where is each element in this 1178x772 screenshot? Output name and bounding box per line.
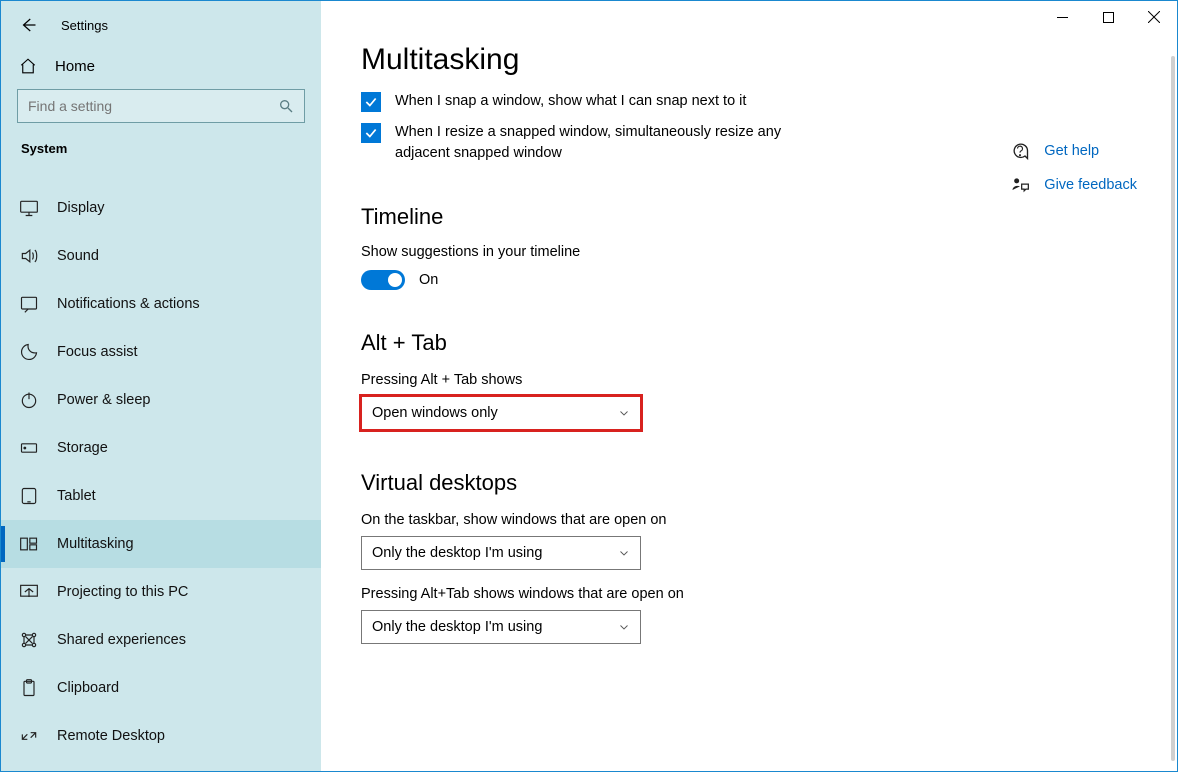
virtual-alttab-dropdown[interactable]: Only the desktop I'm using	[361, 610, 641, 644]
category-label: System	[1, 141, 321, 166]
chevron-down-icon	[618, 407, 630, 419]
help-icon	[1010, 141, 1030, 161]
power-icon	[19, 390, 39, 410]
virtual-taskbar-label: On the taskbar, show windows that are op…	[361, 512, 1137, 528]
main-area: Multitasking When I snap a window, show …	[321, 1, 1177, 771]
sidebar-item-shared[interactable]: Shared experiences	[1, 616, 321, 664]
sidebar-item-display[interactable]: Display	[1, 184, 321, 232]
sidebar-item-label: Focus assist	[57, 344, 138, 360]
sidebar-item-tablet[interactable]: Tablet	[1, 472, 321, 520]
virtual-alttab-label: Pressing Alt+Tab shows windows that are …	[361, 586, 1137, 602]
sidebar-item-label: Storage	[57, 440, 108, 456]
sidebar-item-storage[interactable]: Storage	[1, 424, 321, 472]
sidebar-item-clipboard[interactable]: Clipboard	[1, 664, 321, 712]
sidebar-item-label: Remote Desktop	[57, 728, 165, 744]
sidebar-item-label: Shared experiences	[57, 632, 186, 648]
feedback-icon	[1010, 175, 1030, 195]
sidebar-item-label: Sound	[57, 248, 99, 264]
settings-window: Settings Home System Display Sound Notific…	[0, 0, 1178, 772]
get-help-link[interactable]: Get help	[1044, 143, 1099, 159]
tablet-icon	[19, 486, 39, 506]
virtual-taskbar-value: Only the desktop I'm using	[372, 545, 542, 561]
moon-icon	[19, 342, 39, 362]
give-feedback-row[interactable]: Give feedback	[1010, 175, 1137, 195]
timeline-toggle-row: On	[361, 270, 1137, 290]
alttab-dropdown[interactable]: Open windows only	[361, 396, 641, 430]
sidebar-item-label: Tablet	[57, 488, 96, 504]
sidebar: Settings Home System Display Sound Notific…	[1, 1, 321, 771]
checkbox-icon	[361, 123, 381, 143]
back-button[interactable]	[19, 16, 37, 34]
home-label: Home	[55, 58, 95, 75]
snap-check-1-label: When I snap a window, show what I can sn…	[395, 91, 746, 112]
minimize-button[interactable]	[1039, 1, 1085, 33]
page-title: Multitasking	[361, 43, 1137, 77]
get-help-row[interactable]: Get help	[1010, 141, 1137, 161]
project-icon	[19, 582, 39, 602]
alttab-value: Open windows only	[372, 405, 498, 421]
sidebar-item-label: Notifications & actions	[57, 296, 200, 312]
content-scroll[interactable]: Multitasking When I snap a window, show …	[321, 1, 1177, 771]
sidebar-item-label: Projecting to this PC	[57, 584, 188, 600]
section-timeline: Timeline	[361, 204, 1137, 230]
close-button[interactable]	[1131, 1, 1177, 33]
home-icon	[19, 57, 37, 75]
search-input[interactable]	[28, 98, 278, 114]
sound-icon	[19, 246, 39, 266]
scrollbar[interactable]	[1171, 56, 1175, 761]
remote-icon	[19, 726, 39, 746]
multitask-icon	[19, 534, 39, 554]
search-box[interactable]	[17, 89, 305, 123]
sidebar-item-projecting[interactable]: Projecting to this PC	[1, 568, 321, 616]
clipboard-icon	[19, 678, 39, 698]
timeline-toggle[interactable]	[361, 270, 405, 290]
section-virtual-desktops: Virtual desktops	[361, 470, 1137, 496]
timeline-label: Show suggestions in your timeline	[361, 244, 1137, 260]
sidebar-item-sound[interactable]: Sound	[1, 232, 321, 280]
monitor-icon	[19, 198, 39, 218]
search-container	[1, 89, 321, 141]
virtual-taskbar-dropdown[interactable]: Only the desktop I'm using	[361, 536, 641, 570]
sidebar-item-label: Display	[57, 200, 105, 216]
sidebar-item-label: Multitasking	[57, 536, 134, 552]
help-column: Get help Give feedback	[1010, 141, 1137, 195]
sidebar-item-notifications[interactable]: Notifications & actions	[1, 280, 321, 328]
section-alttab: Alt + Tab	[361, 330, 1137, 356]
notification-icon	[19, 294, 39, 314]
timeline-toggle-state: On	[419, 272, 438, 288]
window-controls	[1039, 1, 1177, 33]
search-icon	[278, 98, 294, 114]
sidebar-item-label: Power & sleep	[57, 392, 151, 408]
sidebar-item-label: Clipboard	[57, 680, 119, 696]
sidebar-item-power[interactable]: Power & sleep	[1, 376, 321, 424]
sidebar-home[interactable]: Home	[1, 49, 321, 89]
chevron-down-icon	[618, 621, 630, 633]
app-name: Settings	[61, 18, 108, 33]
give-feedback-link[interactable]: Give feedback	[1044, 177, 1137, 193]
share-icon	[19, 630, 39, 650]
checkbox-icon	[361, 92, 381, 112]
storage-icon	[19, 438, 39, 458]
alttab-label: Pressing Alt + Tab shows	[361, 372, 1137, 388]
snap-check-2-label: When I resize a snapped window, simultan…	[395, 122, 815, 164]
nav-list: Display Sound Notifications & actions Focus…	[1, 184, 321, 760]
virtual-alttab-value: Only the desktop I'm using	[372, 619, 542, 635]
sidebar-header: Settings	[1, 1, 321, 49]
sidebar-item-focus[interactable]: Focus assist	[1, 328, 321, 376]
sidebar-item-remote[interactable]: Remote Desktop	[1, 712, 321, 760]
chevron-down-icon	[618, 547, 630, 559]
maximize-button[interactable]	[1085, 1, 1131, 33]
sidebar-item-multitasking[interactable]: Multitasking	[1, 520, 321, 568]
snap-check-1[interactable]: When I snap a window, show what I can sn…	[361, 91, 1137, 112]
